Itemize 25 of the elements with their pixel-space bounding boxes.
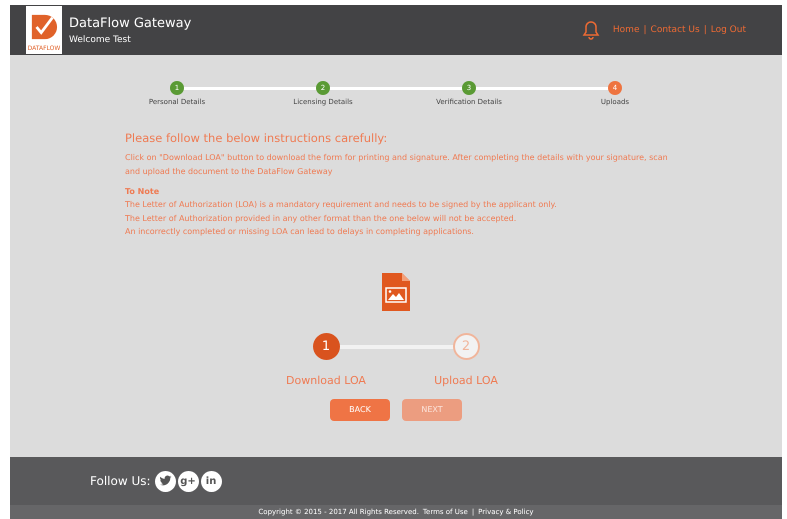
note-title: To Note <box>125 186 160 198</box>
substep-marker: 1 <box>312 332 340 360</box>
image-file-icon <box>382 272 410 310</box>
bell-icon[interactable] <box>580 20 601 40</box>
substep-marker: 2 <box>452 332 480 360</box>
social-link[interactable]: g+ <box>178 470 199 492</box>
substep-label: Upload LOA <box>434 374 498 386</box>
separator: | <box>643 25 647 35</box>
twitter-icon[interactable] <box>154 470 176 492</box>
follow-us-label: Follow Us: <box>90 474 151 488</box>
nav-link[interactable]: Home <box>612 25 640 35</box>
instructions-heading: Please follow the below instructions carefully: <box>125 131 388 145</box>
welcome-text: Welcome Test <box>69 34 132 44</box>
nav-button[interactable]: BACK <box>330 398 390 420</box>
checkmark-logo-icon <box>30 13 58 41</box>
note-text: An incorrectly completed or missing LOA can lead to delays in completing applications. <box>125 226 475 238</box>
nav-link[interactable]: Contact Us <box>650 25 700 35</box>
instructions-text: Click on "Download LOA" button to download the form for printing and signature. After completing the details with your signature, scan and upload the document to the DataFlow Gateway <box>125 152 669 178</box>
substep-label: Download LOA <box>286 374 366 386</box>
separator: | <box>704 25 707 35</box>
note-text: The Letter of Authorization provided in any other format than the one below will not be accepted. <box>125 212 518 225</box>
nav-link[interactable]: Log Out <box>710 25 746 35</box>
note-text: The Letter of Authorization (LOA) is a mandatory requirement and needs to be signed by the applicant only. <box>125 199 558 211</box>
app-title: DataFlow Gateway <box>69 16 192 30</box>
social-link[interactable]: in <box>200 470 222 492</box>
